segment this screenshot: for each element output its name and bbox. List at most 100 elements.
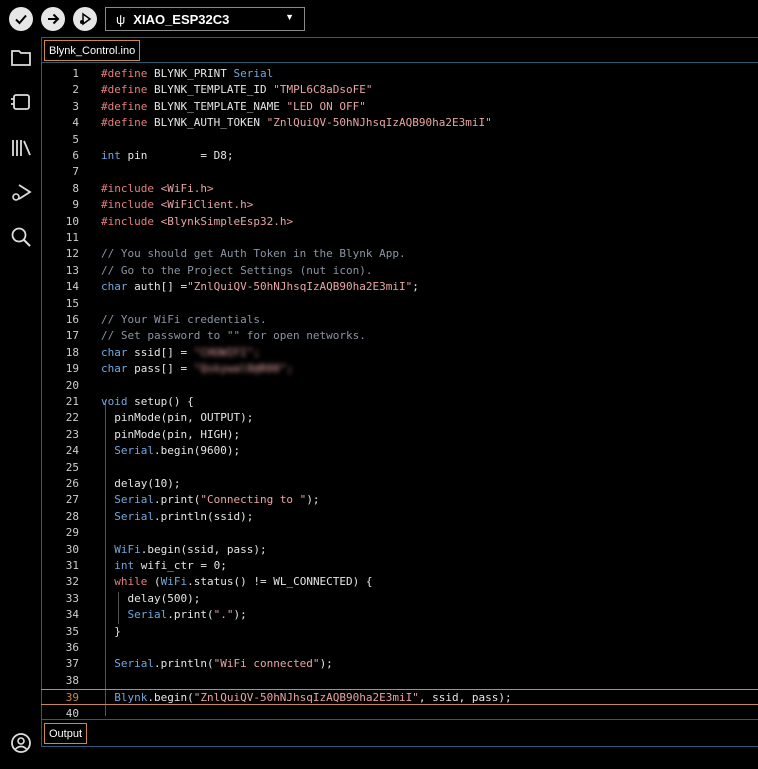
- code-token: // Go to the Project Settings (nut icon)…: [101, 263, 373, 277]
- code-line[interactable]: 26 delay(10);: [41, 476, 758, 492]
- code-line[interactable]: 17 // Set password to "" for open network…: [41, 328, 758, 344]
- code-line[interactable]: 28 Serial.println(ssid);: [41, 509, 758, 525]
- code-token: Serial: [101, 608, 168, 622]
- code-line[interactable]: 31 int wifi_ctr = 0;: [41, 558, 758, 574]
- line-number: 36: [65, 641, 79, 654]
- code-line[interactable]: 14 char auth[] ="ZnlQuiQV-50hNJhsqIzAQB90…: [41, 279, 758, 295]
- code-text: #define BLYNK_AUTH_TOKEN "ZnlQuiQV-50hNJ…: [101, 115, 492, 131]
- code-token: char: [101, 280, 135, 294]
- line-number: 19: [65, 362, 79, 376]
- code-line[interactable]: 7: [41, 164, 758, 180]
- code-token: // You should get Auth Token in the Blyn…: [101, 247, 406, 261]
- code-line[interactable]: 38: [41, 673, 758, 689]
- line-number: 38: [65, 673, 79, 687]
- code-line[interactable]: 15: [41, 296, 758, 312]
- code-editor[interactable]: 1 #define BLYNK_PRINT Serial 2 #define BLYN…: [41, 64, 758, 718]
- code-line[interactable]: 20: [41, 378, 758, 394]
- line-number: 18: [65, 345, 79, 359]
- code-token: Serial: [101, 509, 154, 523]
- line-number: 9: [72, 198, 79, 212]
- chevron-down-icon: ▼: [285, 12, 294, 22]
- sidebar: [0, 37, 42, 768]
- library-manager-button[interactable]: [8, 135, 34, 161]
- file-tab[interactable]: Blynk_Control.ino: [44, 40, 141, 61]
- code-line[interactable]: 10 #include <BlynkSimpleEsp32.h>: [41, 214, 758, 230]
- boards-manager-button[interactable]: [8, 89, 34, 115]
- line-number: 37: [65, 657, 79, 671]
- code-text: #define BLYNK_TEMPLATE_NAME "LED ON OFF": [101, 99, 366, 115]
- debug-icon: [12, 184, 32, 201]
- upload-button[interactable]: [41, 7, 65, 31]
- code-line[interactable]: 35 }: [41, 624, 758, 640]
- code-line[interactable]: 6 int pin = D8;: [41, 148, 758, 164]
- code-line[interactable]: 13 // Go to the Project Settings (nut ico…: [41, 263, 758, 279]
- code-token: ssid[] =: [134, 345, 194, 359]
- search-button[interactable]: [8, 224, 34, 250]
- code-token: BLYNK_TEMPLATE_ID: [153, 83, 274, 97]
- board-selector[interactable]: ψ XIAO_ESP32C3 ▼: [105, 7, 305, 31]
- account-icon: [11, 733, 31, 753]
- code-line[interactable]: 12 // You should get Auth Token in the Bl…: [41, 246, 758, 262]
- code-token: pinMode(pin, OUTPUT);: [101, 411, 254, 425]
- code-token: #include: [101, 214, 161, 228]
- code-line[interactable]: 23 pinMode(pin, HIGH);: [41, 427, 758, 443]
- code-token: ;: [412, 280, 419, 294]
- code-text: char pass[] = "Qskywal0@R00";: [101, 361, 293, 377]
- code-token: BLYNK_PRINT: [153, 67, 234, 80]
- code-line[interactable]: 3 #define BLYNK_TEMPLATE_NAME "LED ON OFF…: [41, 99, 758, 115]
- code-token: wifi_ctr = 0;: [140, 559, 227, 572]
- account-button[interactable]: [8, 730, 34, 756]
- code-line[interactable]: 27 Serial.print("Connecting to ");: [41, 492, 758, 508]
- code-text: Serial.println(ssid);: [101, 509, 253, 525]
- line-number: 25: [65, 460, 79, 474]
- code-token: pass[] =: [134, 362, 194, 376]
- code-token: #include: [101, 181, 161, 195]
- line-number: 39: [65, 691, 79, 705]
- code-line[interactable]: 5: [41, 132, 758, 148]
- code-token: char: [101, 345, 135, 359]
- code-line[interactable]: 39 Blynk.begin("ZnlQuiQV-50hNJhsqIzAQB90…: [41, 689, 758, 706]
- code-line[interactable]: 37 Serial.println("WiFi connected");: [41, 656, 758, 672]
- line-number: 7: [72, 165, 79, 179]
- code-line[interactable]: 22 pinMode(pin, OUTPUT);: [41, 410, 758, 426]
- debug-button[interactable]: [73, 7, 97, 31]
- code-token: );: [233, 608, 247, 622]
- code-token: Serial: [101, 657, 154, 671]
- code-line[interactable]: 4 #define BLYNK_AUTH_TOKEN "ZnlQuiQV-50hN…: [41, 115, 758, 131]
- code-line[interactable]: 21 void setup() {: [41, 394, 758, 410]
- code-line[interactable]: 11: [41, 230, 758, 246]
- code-line[interactable]: 8 #include <WiFi.h>: [41, 181, 758, 197]
- line-number: 35: [65, 624, 79, 638]
- code-token: "WiFi connected": [213, 657, 320, 671]
- code-line[interactable]: 34 Serial.print(".");: [41, 607, 758, 623]
- code-line[interactable]: 40: [41, 706, 758, 718]
- output-tab[interactable]: Output: [44, 723, 88, 744]
- debug-panel-button[interactable]: [8, 180, 34, 206]
- line-number: 28: [65, 509, 79, 523]
- code-line[interactable]: 2 #define BLYNK_TEMPLATE_ID "TMPL6C8aDsoF…: [41, 82, 758, 98]
- folder-icon: [11, 50, 31, 66]
- code-line[interactable]: 25: [41, 460, 758, 476]
- code-line[interactable]: 30 WiFi.begin(ssid, pass);: [41, 542, 758, 558]
- code-line[interactable]: 29: [41, 525, 758, 541]
- code-line[interactable]: 18 char ssid[] = "CHUWIFI";: [41, 345, 758, 361]
- code-token: setup() {: [134, 395, 194, 408]
- sketchbook-button[interactable]: [8, 45, 34, 71]
- code-line[interactable]: 1 #define BLYNK_PRINT Serial: [41, 66, 758, 82]
- code-line[interactable]: 33 delay(500);: [41, 591, 758, 607]
- code-line[interactable]: 9 #include <WiFiClient.h>: [41, 197, 758, 213]
- code-line[interactable]: 32 while (WiFi.status() != WL_CONNECTED)…: [41, 574, 758, 590]
- code-line[interactable]: 36: [41, 640, 758, 656]
- code-line[interactable]: 24 Serial.begin(9600);: [41, 443, 758, 459]
- code-line[interactable]: 19 char pass[] = "Qskywal0@R00";: [41, 361, 758, 377]
- line-number: 12: [65, 247, 79, 261]
- line-number: 32: [65, 575, 79, 589]
- toolbar-divider: [0, 37, 758, 38]
- verify-button[interactable]: [9, 7, 33, 31]
- output-panel: [41, 746, 758, 769]
- code-token: void: [101, 395, 135, 408]
- line-number: 13: [65, 263, 79, 277]
- code-text: Serial.print(".");: [101, 607, 247, 623]
- code-line[interactable]: 16 // Your WiFi credentials.: [41, 312, 758, 328]
- toolbar: ψ XIAO_ESP32C3 ▼: [0, 0, 758, 37]
